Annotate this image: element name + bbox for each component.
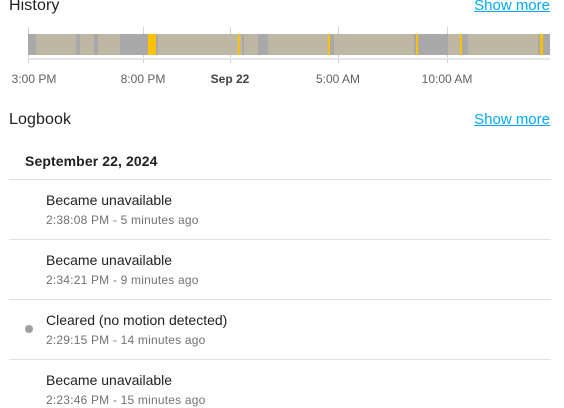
history-header: History Show more [9, 0, 550, 15]
logbook-show-more-link[interactable]: Show more [474, 111, 550, 128]
timeline-segment [334, 34, 414, 55]
timeline-segment [416, 34, 418, 55]
logbook-entry-time: 2:23:46 PM - 15 minutes ago [46, 393, 206, 407]
logbook-entry-time: 2:38:08 PM - 5 minutes ago [46, 213, 199, 227]
timeline-segment [468, 34, 538, 55]
timeline-segment [460, 34, 462, 55]
timeline-segment [98, 34, 120, 55]
timeline-axis-label: 10:00 AM [421, 72, 473, 86]
timeline-segment [540, 34, 543, 55]
logbook-entry-message: Became unavailable [46, 192, 173, 208]
timeline-underline [28, 58, 550, 60]
timeline-segment [36, 34, 76, 55]
timeline-segment [238, 34, 240, 55]
logbook-entry[interactable]: Cleared (no motion detected) 2:29:15 PM … [9, 299, 551, 359]
history-show-more-link[interactable]: Show more [474, 0, 550, 14]
logbook-entry-message: Became unavailable [46, 372, 173, 388]
logbook-entry[interactable]: Became unavailable 2:34:21 PM - 9 minute… [9, 239, 551, 299]
logbook-entry[interactable]: Became unavailable 2:38:08 PM - 5 minute… [9, 179, 551, 239]
timeline-axis-label: 3:00 PM [11, 72, 57, 86]
state-dot-icon [25, 325, 33, 333]
logbook-entry-time: 2:29:15 PM - 14 minutes ago [46, 333, 206, 347]
entity-detail-panel: History Show more 3:00 PM 8:00 PM Sep 22… [0, 0, 564, 408]
logbook-entry[interactable]: Became unavailable 2:23:46 PM - 15 minut… [9, 359, 551, 408]
timeline-axis-label: 8:00 PM [120, 72, 166, 86]
logbook-entry-time: 2:34:21 PM - 9 minutes ago [46, 273, 199, 287]
timeline-segment [150, 34, 156, 55]
timeline-axis-label: 5:00 AM [315, 72, 361, 86]
logbook-title: Logbook [9, 111, 72, 128]
logbook-entry-message: Became unavailable [46, 252, 173, 268]
timeline-segment [162, 34, 242, 55]
history-timeline-bar[interactable] [28, 34, 550, 55]
logbook-date-heading: September 22, 2024 [25, 153, 158, 169]
logbook-entry-message: Cleared (no motion detected) [46, 312, 228, 328]
timeline-segment [328, 34, 330, 55]
timeline-segment [244, 34, 258, 55]
logbook-entries: Became unavailable 2:38:08 PM - 5 minute… [9, 179, 551, 408]
timeline-segment [448, 34, 460, 55]
timeline-segment [268, 34, 328, 55]
timeline-segment [80, 34, 94, 55]
history-title: History [9, 0, 60, 14]
timeline-axis-label-date: Sep 22 [210, 72, 250, 86]
logbook-header: Logbook Show more [9, 111, 550, 129]
